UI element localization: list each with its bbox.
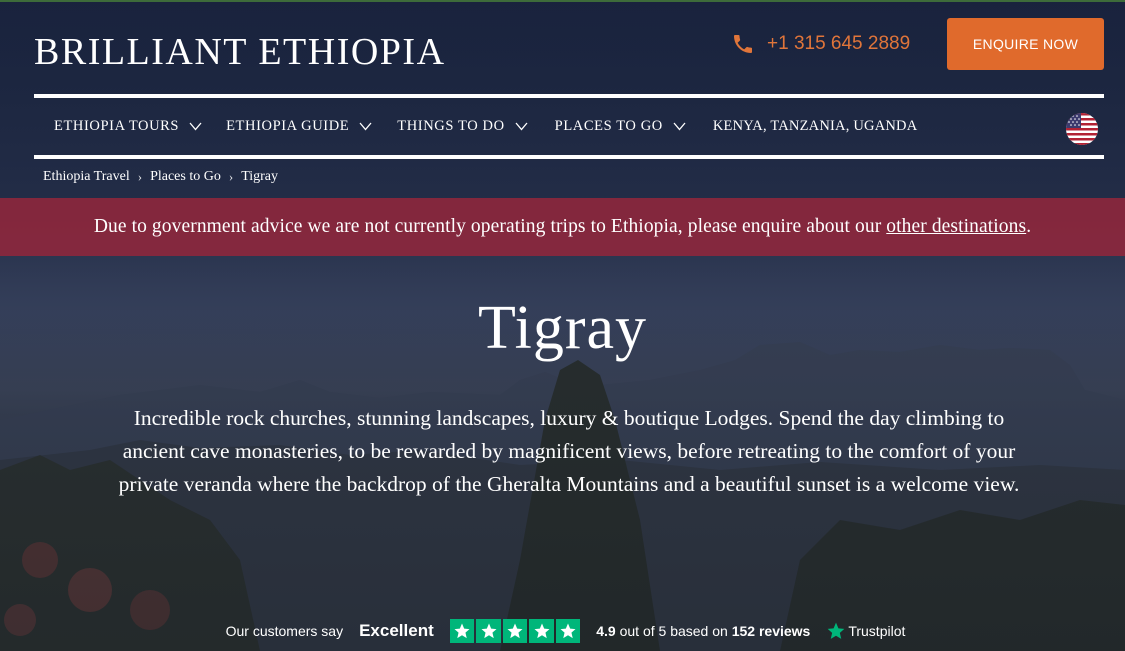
nav-item-label: PLACES TO GO xyxy=(554,118,663,134)
nav-item-label: THINGS TO DO xyxy=(397,118,505,134)
nav-item-places-to-go[interactable]: PLACES TO GO xyxy=(555,118,686,135)
star-icon xyxy=(555,618,581,644)
trustpilot-stars xyxy=(449,618,581,644)
trustpilot-review-word: reviews xyxy=(758,623,811,639)
nav-item-kenya-tanzania-uganda[interactable]: KENYA, TANZANIA, UGANDA xyxy=(713,118,918,135)
site-logo[interactable]: BRILLIANT ETHIOPIA xyxy=(34,28,446,76)
chevron-down-icon xyxy=(515,122,528,131)
chevron-down-icon xyxy=(359,122,372,131)
trustpilot-brand: Trustpilot xyxy=(826,621,905,641)
nav-item-label: ETHIOPIA TOURS xyxy=(54,118,180,134)
hero-description: Incredible rock churches, stunning lands… xyxy=(118,406,1020,496)
enquire-now-button[interactable]: ENQUIRE NOW xyxy=(947,18,1104,70)
star-icon xyxy=(502,618,528,644)
star-icon xyxy=(476,618,501,644)
alert-banner: Due to government advice we are not curr… xyxy=(0,198,1125,256)
trustpilot-intro: Our customers say xyxy=(225,623,344,639)
page-title: Tigray xyxy=(477,294,648,362)
nav-item-label: ETHIOPIA GUIDE xyxy=(226,118,350,134)
phone-link[interactable]: +1 315 645 2889 xyxy=(731,30,910,58)
trustpilot-score: 4.9 out of 5 based on 152 reviews xyxy=(596,623,810,639)
main-nav: ETHIOPIA TOURS ETHIOPIA GUIDE THINGS TO … xyxy=(34,98,1104,155)
phone-icon xyxy=(734,35,752,53)
breadcrumb-separator: › xyxy=(228,169,234,184)
breadcrumb-item-ethiopia-travel[interactable]: Ethiopia Travel xyxy=(43,169,130,185)
trustpilot-brand-label: Trustpilot xyxy=(848,623,906,639)
top-frame-line xyxy=(0,0,1125,2)
trustpilot-score-text: out of 5 based on xyxy=(619,623,728,639)
trustpilot-score-value: 4.9 xyxy=(596,623,616,639)
nav-bottom-rule xyxy=(34,155,1104,159)
chevron-down-icon xyxy=(673,122,686,131)
breadcrumb-item-places-to-go[interactable]: Places to Go xyxy=(150,169,221,185)
us-flag-graphic xyxy=(1066,113,1098,145)
trustpilot-review-count: 152 xyxy=(731,623,756,639)
trustpilot-star-icon xyxy=(827,622,845,639)
trustpilot-widget[interactable]: Our customers say Excellent 4.9 out of 5… xyxy=(0,616,1125,646)
other-destinations-link[interactable]: other destinations xyxy=(886,216,1026,238)
alert-suffix: . xyxy=(1026,216,1032,237)
trustpilot-rating-word: Excellent xyxy=(359,621,434,640)
breadcrumb-separator: › xyxy=(137,169,143,184)
breadcrumb: Ethiopia Travel › Places to Go › Tigray xyxy=(43,167,278,187)
star-icon xyxy=(449,618,475,644)
nav-item-ethiopia-guide[interactable]: ETHIOPIA GUIDE xyxy=(226,118,372,135)
nav-item-things-to-do[interactable]: THINGS TO DO xyxy=(397,118,528,135)
chevron-down-icon xyxy=(189,122,202,131)
star-icon xyxy=(529,618,554,644)
nav-item-ethiopia-tours[interactable]: ETHIOPIA TOURS xyxy=(54,118,202,135)
alert-text: Due to government advice we are not curr… xyxy=(93,216,882,237)
nav-item-label: KENYA, TANZANIA, UGANDA xyxy=(712,118,918,134)
phone-number: +1 315 645 2889 xyxy=(767,33,911,54)
breadcrumb-item-current: Tigray xyxy=(241,169,279,184)
us-flag-icon[interactable] xyxy=(1066,113,1098,145)
